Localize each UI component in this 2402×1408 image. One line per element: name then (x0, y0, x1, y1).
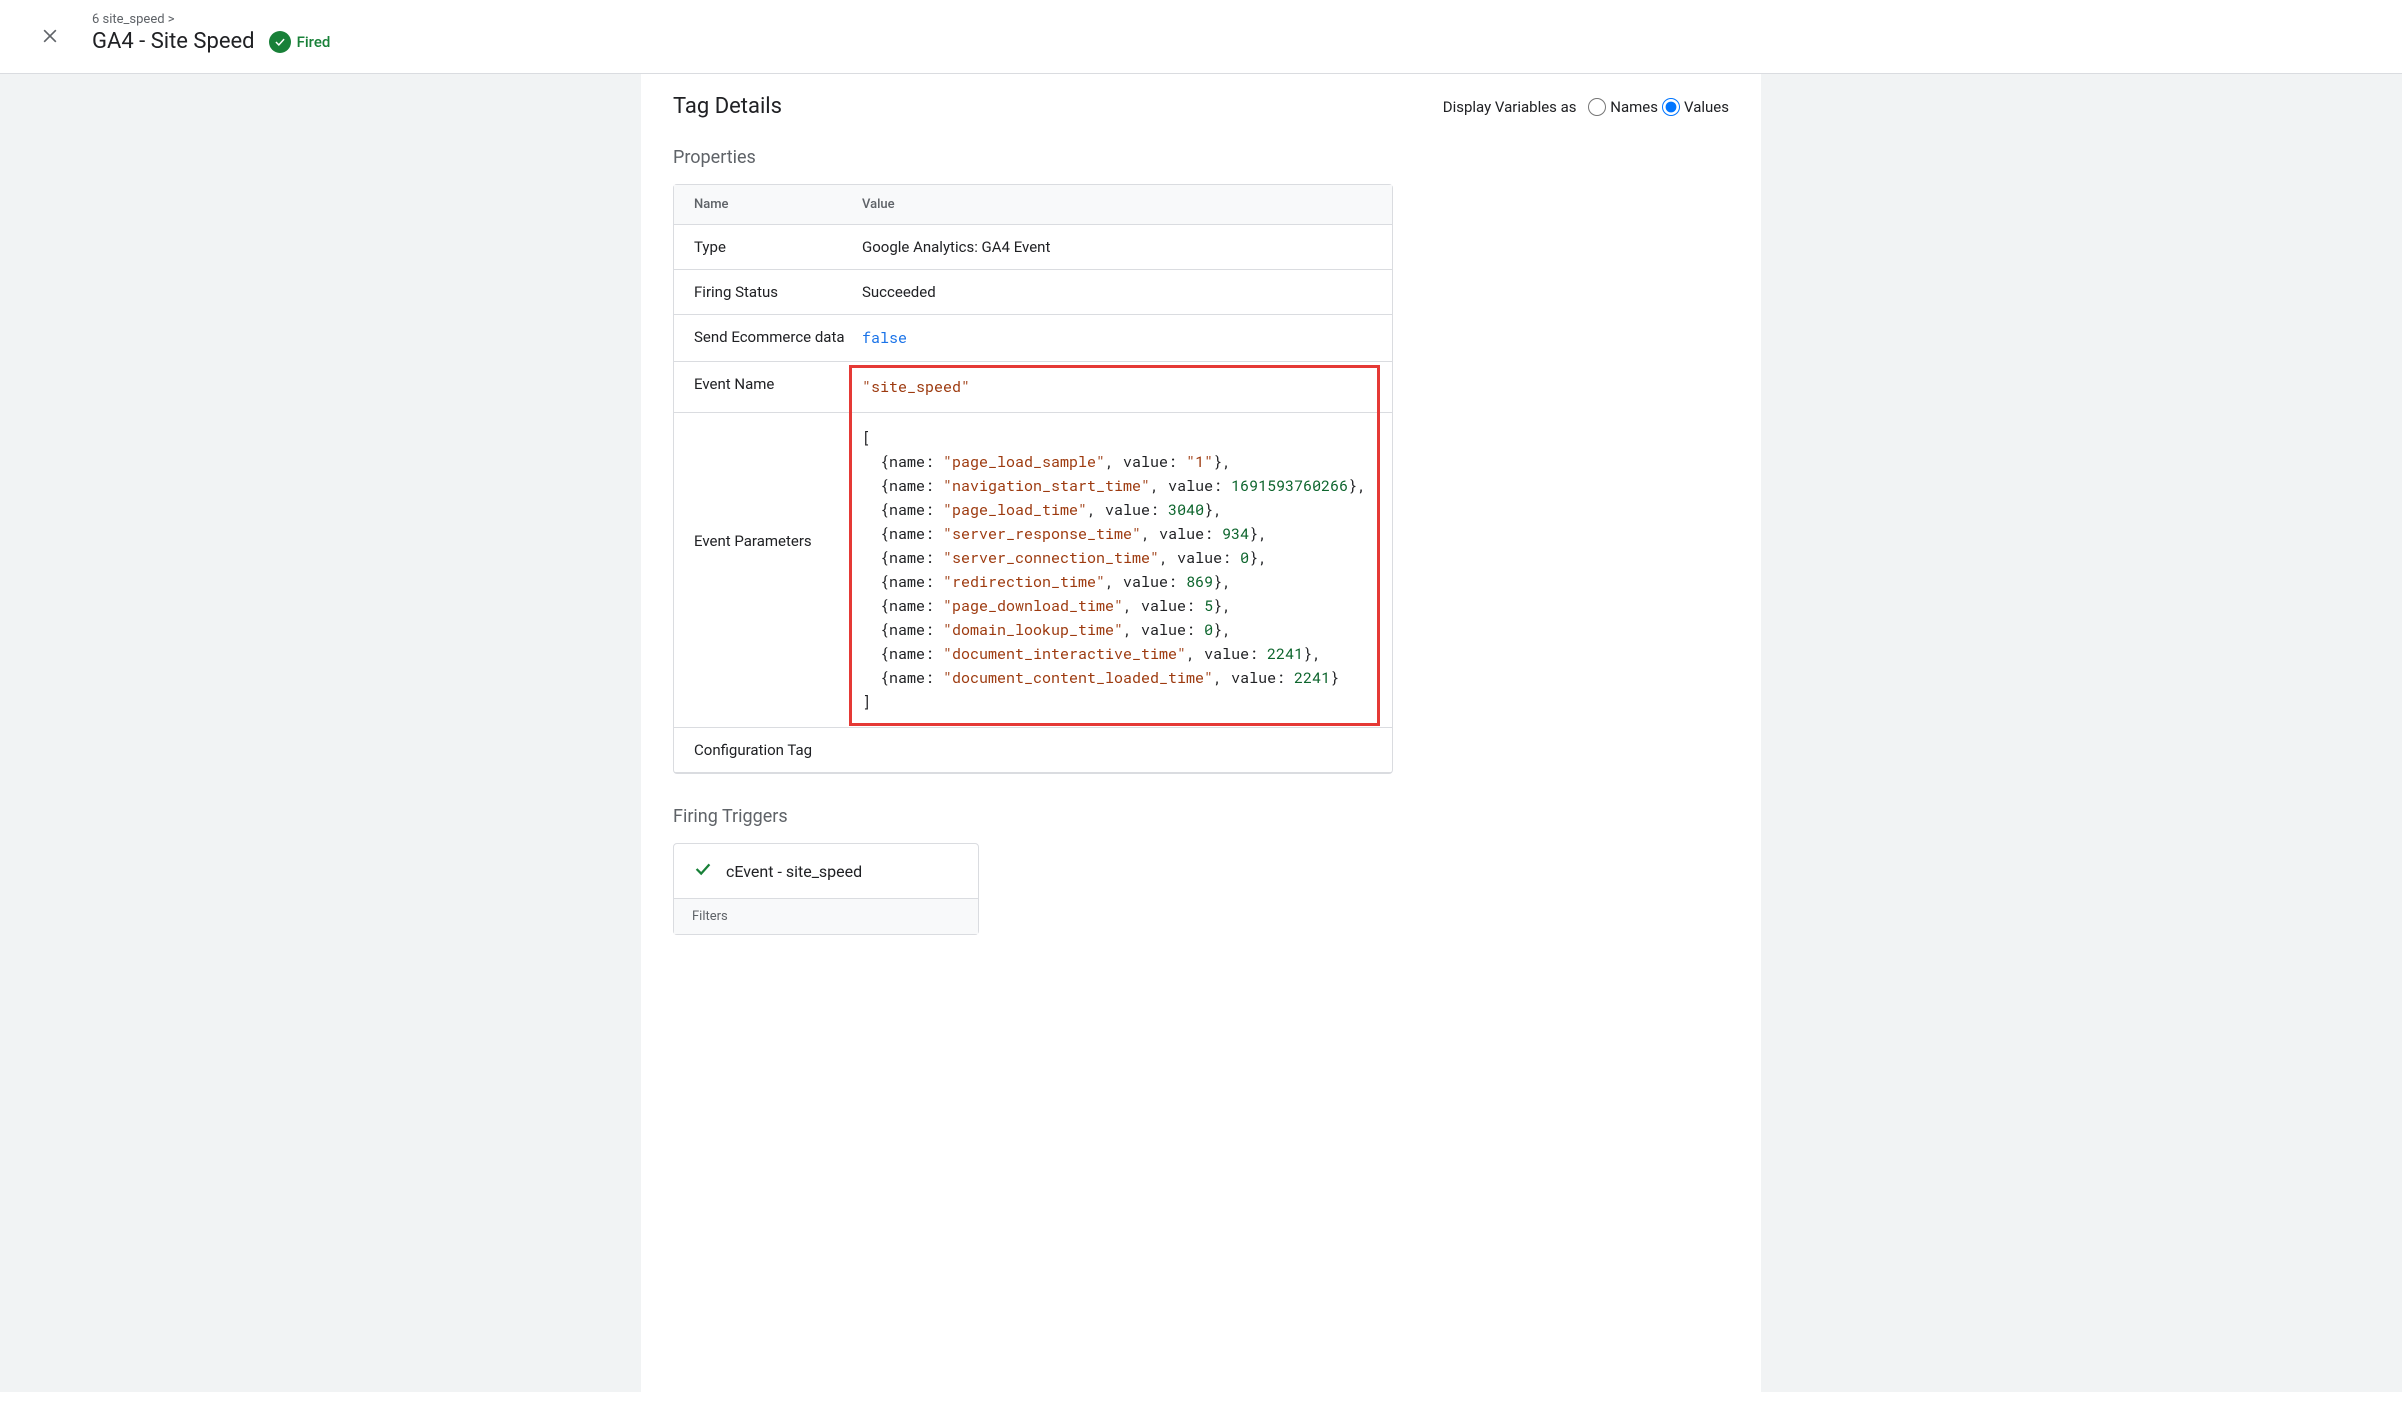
close-button[interactable] (32, 12, 68, 57)
table-row: Firing Status Succeeded (674, 270, 1392, 315)
col-header-value: Value (862, 197, 1372, 212)
event-parameters-code: [ {name: "page_load_sample", value: "1"}… (862, 426, 1372, 714)
triggers-heading: Firing Triggers (673, 806, 1729, 827)
radio-values[interactable] (1662, 98, 1680, 116)
table-row: Send Ecommerce data false (674, 315, 1392, 362)
properties-heading: Properties (673, 147, 1729, 168)
radio-names-label[interactable]: Names (1588, 98, 1658, 116)
tag-details-card: Tag Details Display Variables as Names V… (641, 74, 1761, 1392)
radio-names[interactable] (1588, 98, 1606, 116)
display-label: Display Variables as (1443, 98, 1577, 116)
radio-values-label[interactable]: Values (1662, 98, 1729, 116)
properties-table: Name Value Type Google Analytics: GA4 Ev… (673, 184, 1393, 774)
display-variables-toggle: Display Variables as Names Values (1443, 98, 1729, 116)
table-row: Event Name "site_speed" (674, 362, 1392, 413)
status-text: Fired (297, 33, 331, 51)
table-header: Name Value (674, 185, 1392, 225)
close-icon (40, 26, 60, 49)
col-header-name: Name (694, 197, 862, 212)
table-row: Event Parameters [ {name: "page_load_sam… (674, 413, 1392, 728)
check-circle-icon (269, 31, 291, 53)
page-title: GA4 - Site Speed (92, 29, 255, 54)
trigger-card[interactable]: cEvent - site_speed Filters (673, 843, 979, 935)
breadcrumb[interactable]: 6 site_speed > (92, 12, 2382, 27)
body-area: Tag Details Display Variables as Names V… (0, 74, 2402, 1392)
modal-header: 6 site_speed > GA4 - Site Speed Fired (0, 0, 2402, 74)
trigger-name: cEvent - site_speed (726, 862, 862, 881)
filters-label: Filters (674, 898, 978, 934)
table-row: Type Google Analytics: GA4 Event (674, 225, 1392, 270)
status-badge: Fired (269, 31, 331, 53)
check-icon (692, 858, 714, 884)
table-row: Configuration Tag (674, 728, 1392, 773)
section-title: Tag Details (673, 94, 782, 119)
